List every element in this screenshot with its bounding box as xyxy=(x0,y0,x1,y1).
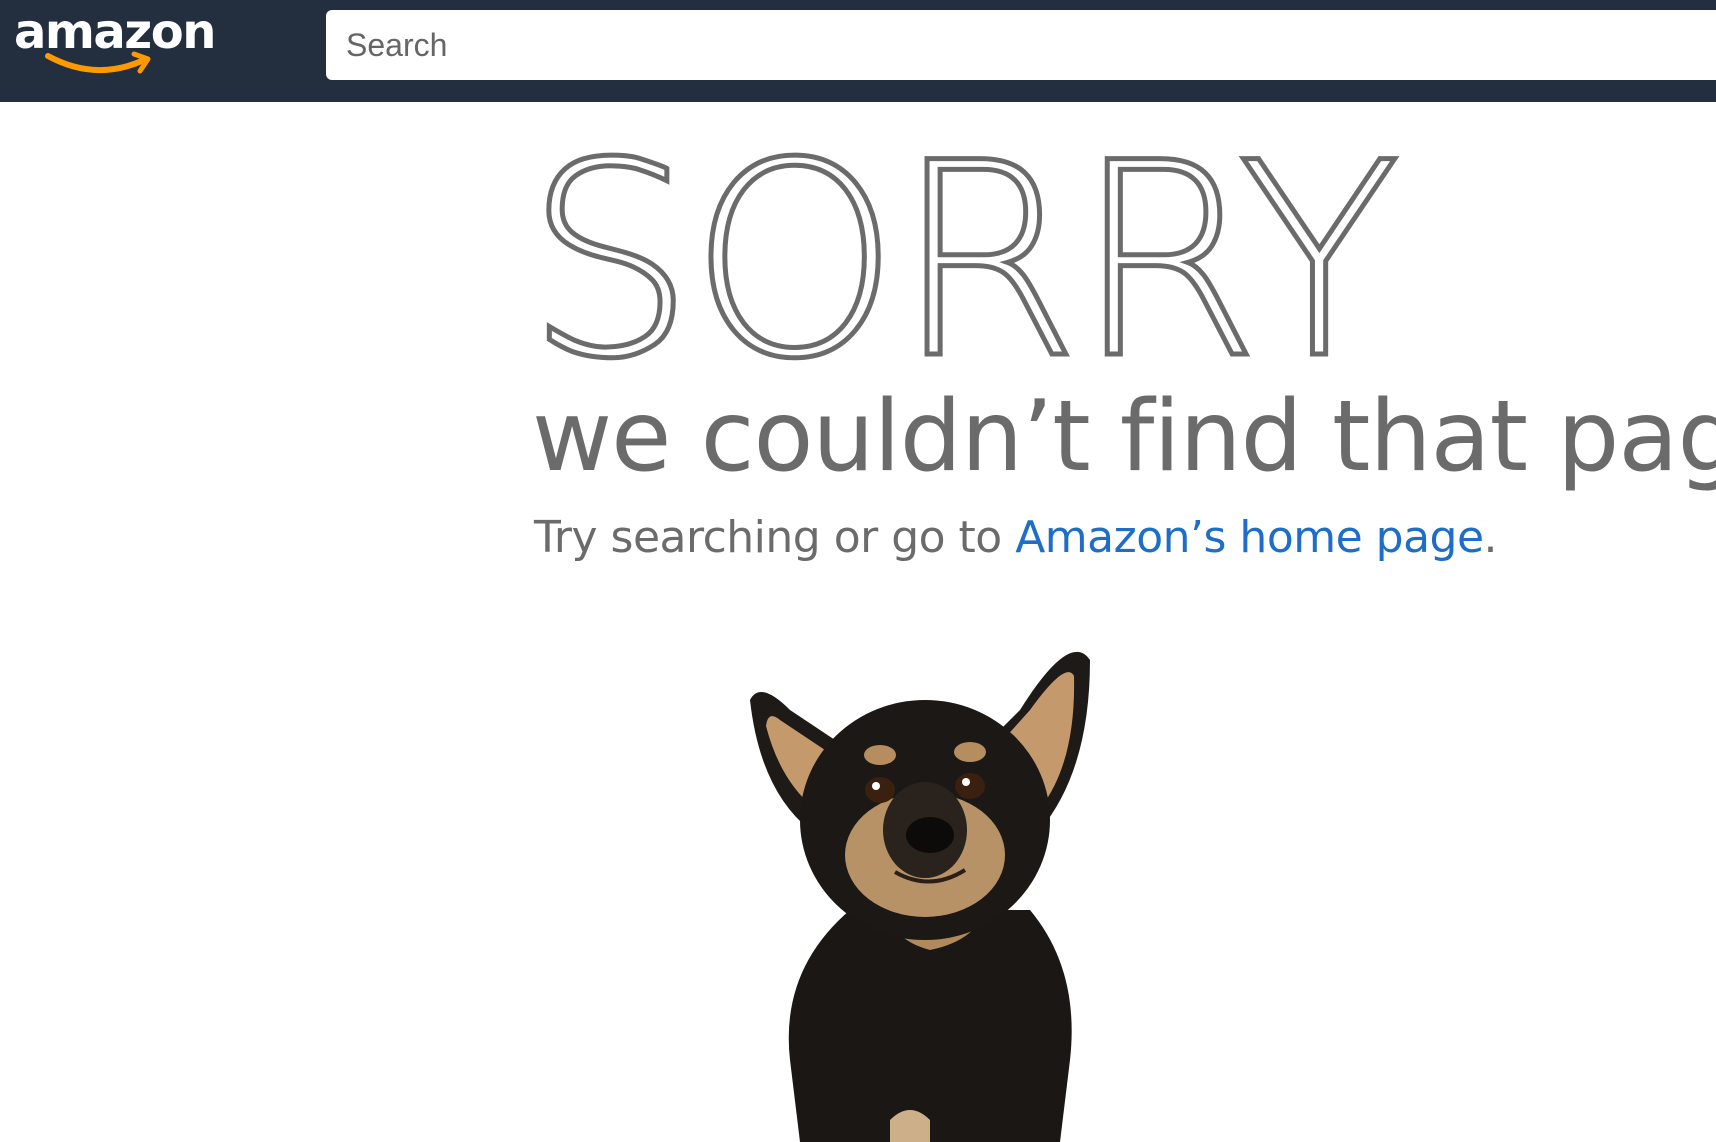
error-subtitle: we couldn’t find that page xyxy=(532,380,1716,494)
dog-image xyxy=(750,651,1090,1142)
logo-smile-icon xyxy=(45,51,151,74)
help-prefix: Try searching or go to xyxy=(534,512,1016,563)
help-suffix: . xyxy=(1483,512,1498,563)
sorry-headline: SORRY xyxy=(522,106,1403,418)
amazon-logo[interactable]: amazon xyxy=(14,4,216,82)
search-input[interactable] xyxy=(326,10,1716,80)
top-navbar: amazon xyxy=(0,0,1716,102)
home-page-link[interactable]: Amazon’s home page xyxy=(1015,512,1484,563)
help-text: Try searching or go to Amazon’s home pag… xyxy=(534,510,1498,566)
